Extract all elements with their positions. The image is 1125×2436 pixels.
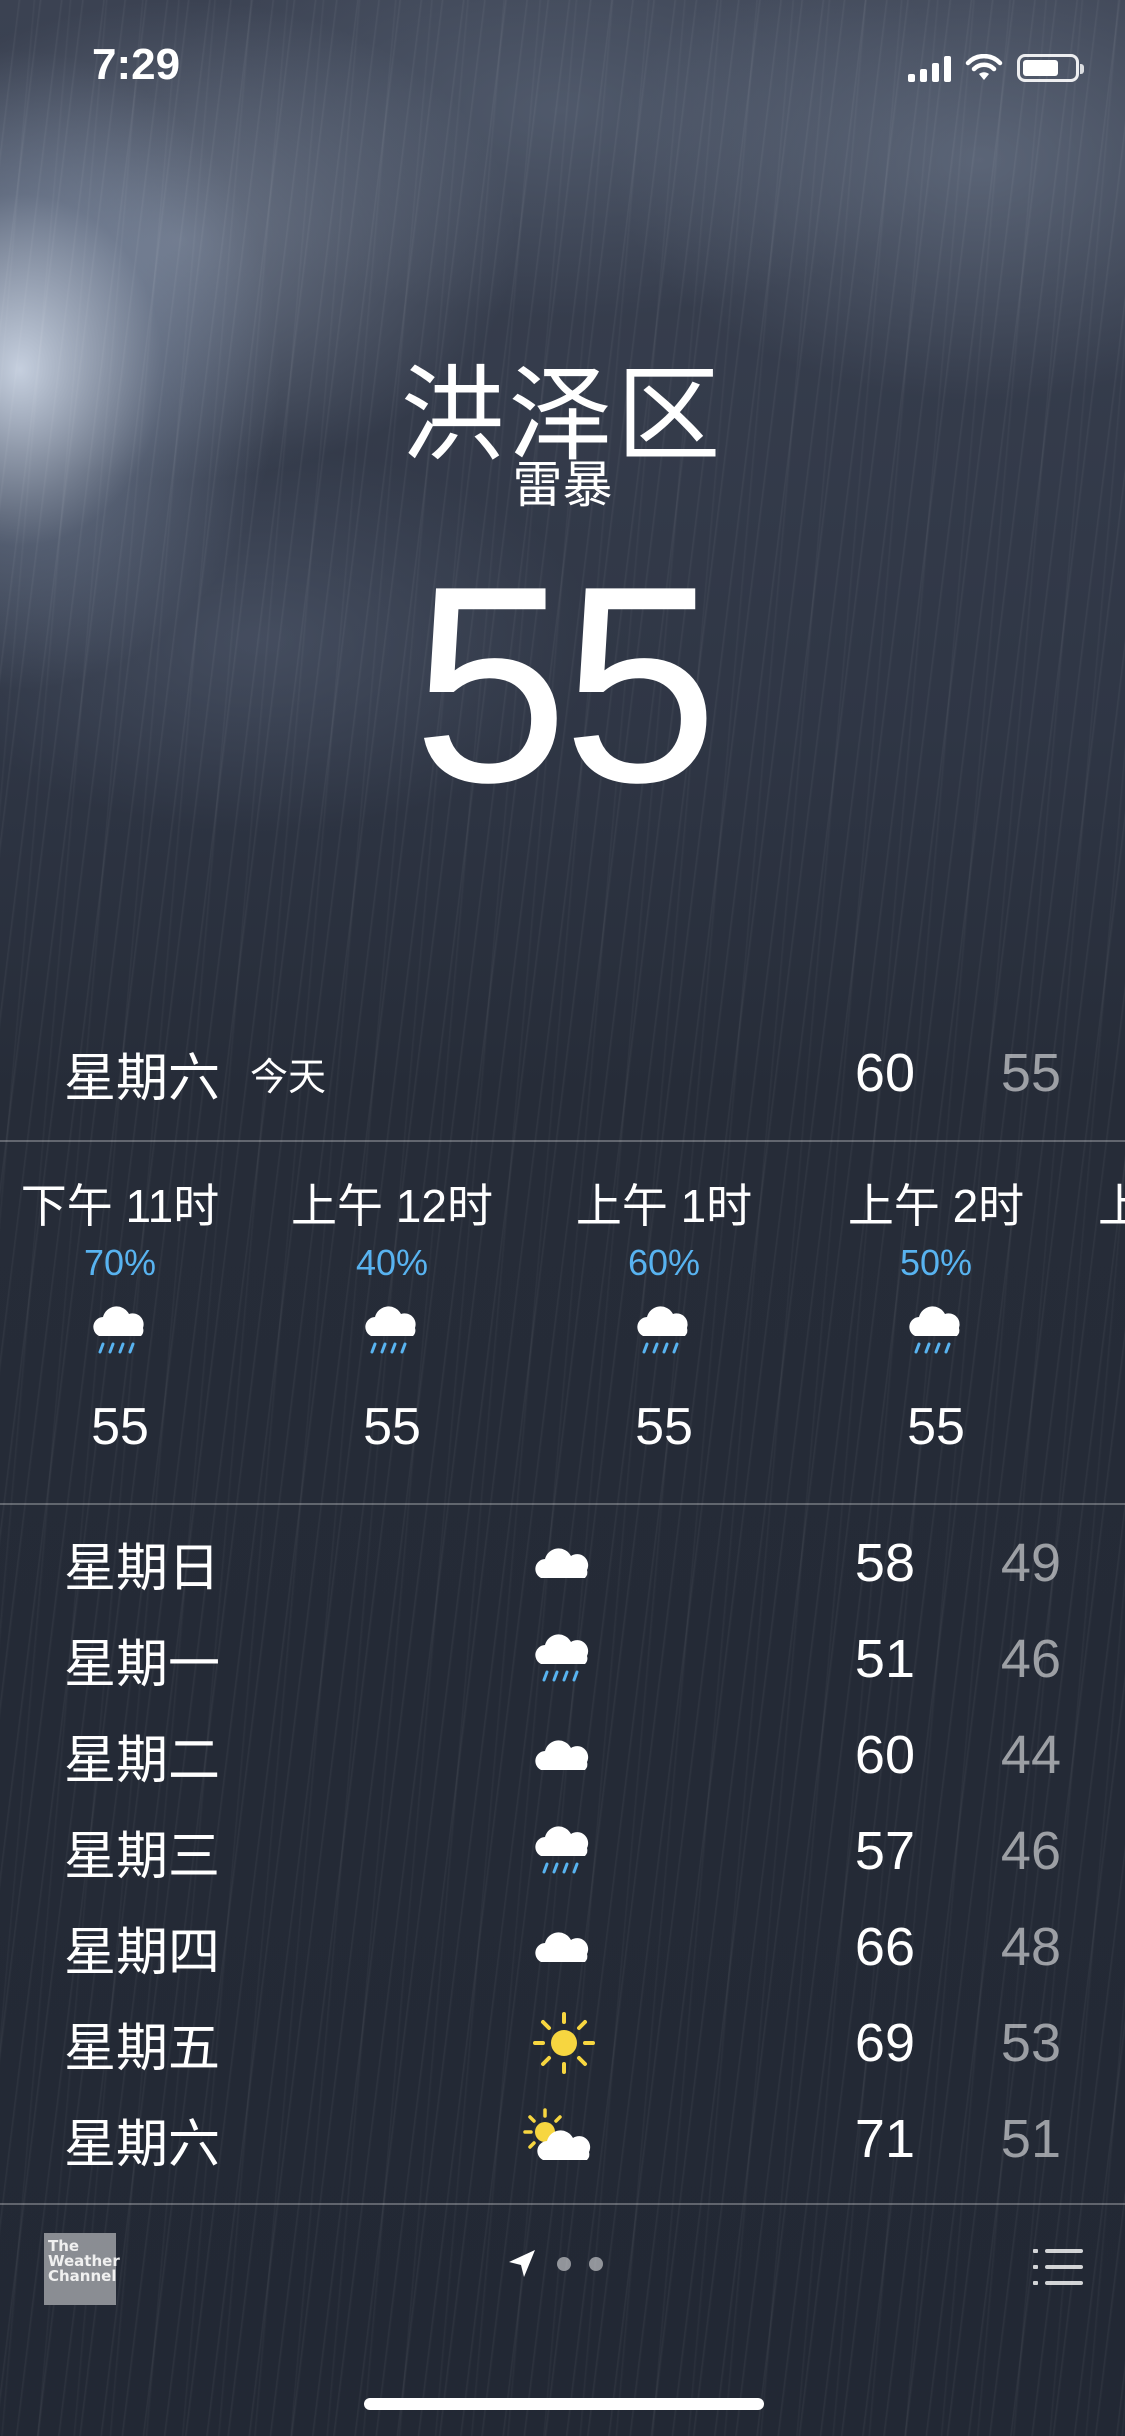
daily-day: 星期日 xyxy=(64,1539,221,1598)
daily-row: 星期三 57 46 xyxy=(64,1803,1061,1899)
hour-time: 上午 12时 xyxy=(291,1180,493,1232)
hourly-item: 下午 11时 70% 55 xyxy=(0,1170,240,1457)
hourly-item: 上午 12时 40% 55 xyxy=(272,1170,512,1457)
hourly-item-partial: 上 xyxy=(1098,1180,1125,1232)
current-temperature: 55 xyxy=(412,529,718,841)
daily-day: 星期三 xyxy=(64,1827,221,1886)
today-low: 55 xyxy=(1000,1043,1061,1103)
today-summary: 星期六 今天 60 55 xyxy=(64,1038,1061,1108)
partly-sunny-icon xyxy=(523,2108,591,2160)
daily-row: 星期六 71 51 xyxy=(64,2091,1061,2187)
divider-bottom xyxy=(0,2203,1125,2205)
hour-temperature: 55 xyxy=(635,1398,693,1456)
hourly-item: 上午 2时 50% 55 xyxy=(816,1170,1056,1457)
daily-high: 57 xyxy=(854,1821,915,1881)
hour-time: 上午 2时 xyxy=(847,1180,1025,1232)
rain-cloud-icon xyxy=(637,1306,688,1354)
daily-day: 星期一 xyxy=(64,1635,221,1694)
hour-temperature: 55 xyxy=(907,1398,965,1456)
hour-precip-chance: 70% xyxy=(83,1242,157,1283)
divider-top xyxy=(0,1140,1125,1142)
rain-cloud-icon xyxy=(535,1634,589,1682)
hourly-item: 上午 1时 60% 55 xyxy=(544,1170,784,1457)
status-icons xyxy=(908,48,1084,88)
hour-precip-chance: 50% xyxy=(899,1242,973,1283)
cloud-icon xyxy=(535,1932,589,1962)
hour-temperature: 55 xyxy=(363,1398,421,1456)
battery-icon xyxy=(1017,54,1084,82)
cellular-signal-icon xyxy=(908,54,951,82)
hour-time: 下午 11时 xyxy=(20,1180,220,1232)
page-dot xyxy=(557,2257,571,2271)
page-dot xyxy=(589,2257,603,2271)
daily-low: 46 xyxy=(1000,1821,1061,1881)
daily-low: 49 xyxy=(1000,1533,1061,1593)
daily-row: 星期四 66 48 xyxy=(64,1899,1061,1995)
hour-precip-chance: 60% xyxy=(627,1242,701,1283)
daily-low: 53 xyxy=(1000,2013,1061,2073)
daily-high: 66 xyxy=(854,1917,915,1977)
location-arrow-icon xyxy=(509,2250,535,2277)
hour-precip-chance: 40% xyxy=(355,1242,429,1283)
page-indicator[interactable] xyxy=(505,2247,603,2281)
daily-high: 51 xyxy=(854,1629,915,1689)
today-day: 星期六 xyxy=(64,1049,221,1108)
daily-low: 51 xyxy=(1000,2109,1061,2169)
cloud-icon xyxy=(535,1548,589,1578)
rain-cloud-icon xyxy=(535,1826,589,1874)
today-label: 今天 xyxy=(250,1056,327,1099)
weather-channel-logo[interactable]: The Weather Channel xyxy=(44,2233,120,2305)
sun-icon xyxy=(533,2012,595,2074)
daily-forecast: 星期日 58 49 星期一 51 46 星期二 60 44 星期三 57 46 … xyxy=(0,1515,1125,2205)
list-icon[interactable] xyxy=(1031,2245,1085,2289)
daily-high: 60 xyxy=(854,1725,915,1785)
divider-middle xyxy=(0,1503,1125,1505)
hour-temperature: 55 xyxy=(91,1398,149,1456)
daily-row: 星期一 51 46 xyxy=(64,1611,1061,1707)
hourly-forecast[interactable]: 下午 11时 70% 55 上午 12时 40% 55 上午 1时 60% 55… xyxy=(0,1170,1125,1460)
daily-row: 星期日 58 49 xyxy=(64,1515,1061,1611)
daily-day: 星期五 xyxy=(64,2019,221,2078)
status-time: 7:29 xyxy=(92,40,181,89)
daily-high: 71 xyxy=(854,2109,915,2169)
daily-day: 星期六 xyxy=(64,2115,221,2174)
rain-cloud-icon xyxy=(93,1306,144,1354)
daily-low: 44 xyxy=(1000,1725,1061,1785)
daily-row: 星期五 69 53 xyxy=(64,1995,1061,2091)
today-high: 60 xyxy=(854,1043,915,1103)
home-indicator[interactable] xyxy=(364,2398,764,2410)
daily-day: 星期二 xyxy=(64,1731,221,1790)
daily-high: 69 xyxy=(854,2013,915,2073)
daily-row: 星期二 60 44 xyxy=(64,1707,1061,1803)
daily-high: 58 xyxy=(854,1533,915,1593)
rain-cloud-icon xyxy=(909,1306,960,1354)
wifi-icon xyxy=(965,54,1003,80)
cloud-icon xyxy=(535,1740,589,1770)
daily-low: 48 xyxy=(1000,1917,1061,1977)
daily-low: 46 xyxy=(1000,1629,1061,1689)
weather-condition: 雷暴 xyxy=(512,456,613,514)
rain-cloud-icon xyxy=(365,1306,416,1354)
hour-time: 上午 1时 xyxy=(575,1180,753,1232)
daily-day: 星期四 xyxy=(64,1923,221,1982)
